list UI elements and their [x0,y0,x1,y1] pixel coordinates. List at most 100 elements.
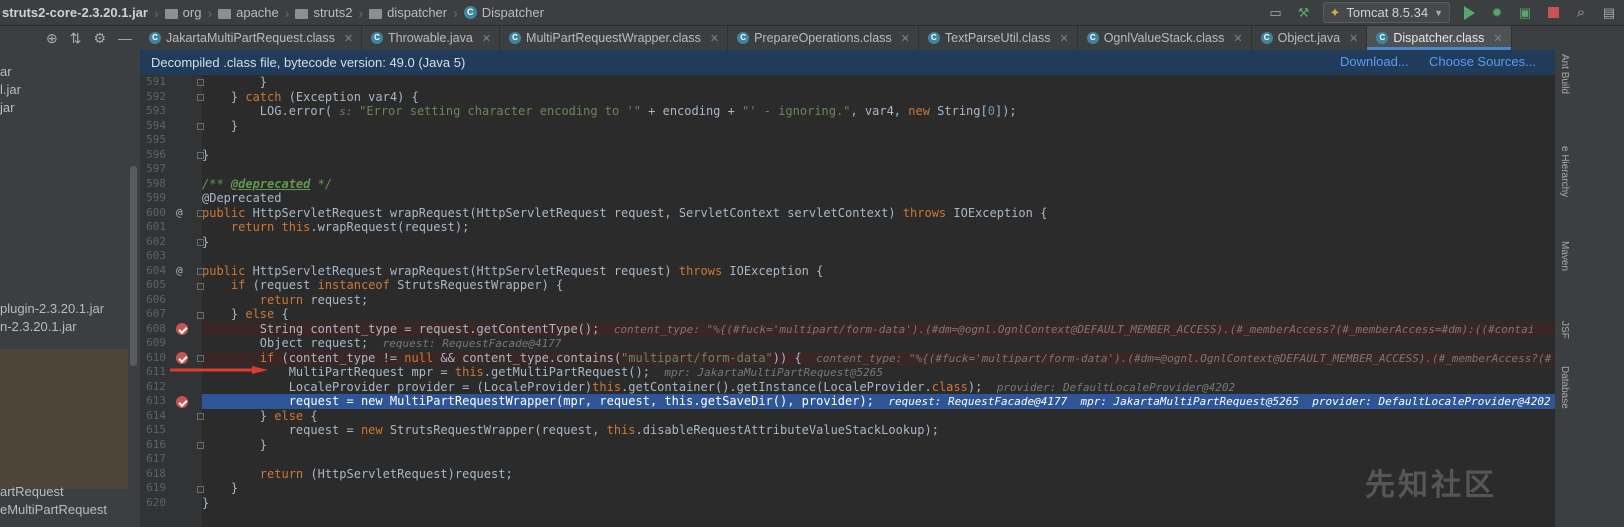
breakpoint-icon[interactable] [176,396,188,408]
run-icon[interactable] [1460,4,1478,22]
maven-tool[interactable]: Maven [1559,241,1570,271]
fold-icon[interactable] [197,94,204,101]
code-line: LOG.error( s: "Error setting character e… [259,104,1017,118]
tab-throwable[interactable]: C Throwable.java ✕ [362,26,501,50]
gear-icon[interactable]: ⚙ [93,30,106,47]
code-line: request = new StrutsRequestWrapper(reque… [288,423,939,437]
fold-icon[interactable] [197,239,204,246]
folder-icon [164,8,178,19]
tab-jakartamultipartrequest[interactable]: C JakartaMultiPartRequest.class ✕ [140,26,363,50]
fold-icon[interactable] [197,123,204,130]
breadcrumb: struts2-core-2.3.20.1.jar › org › apache… [0,0,548,25]
navigation-bar: struts2-core-2.3.20.1.jar › org › apache… [0,0,1624,26]
hierarchy-tool[interactable]: e Hierarchy [1559,146,1570,197]
override-marker-icon[interactable]: @ [176,206,183,221]
close-icon[interactable]: ✕ [901,32,910,45]
line-number: 602 [146,234,166,248]
code-line: return request; [259,292,369,307]
tab-prepareoperations[interactable]: C PrepareOperations.class ✕ [728,26,919,50]
breadcrumb-jar[interactable]: struts2-core-2.3.20.1.jar [0,5,152,20]
minimize-icon[interactable]: — [118,30,132,46]
fold-icon[interactable] [197,79,204,86]
code-editor[interactable]: } } catch (Exception var4) { LOG.error( … [202,75,1555,527]
debug-icon[interactable]: ✹ [1488,4,1506,22]
tab-label: JakartaMultiPartRequest.class [166,31,335,45]
class-icon: C [371,32,384,44]
code-line: return this.wrapRequest(request); [230,220,470,234]
line-number: 597 [146,162,166,175]
database-tool[interactable]: Database [1559,366,1570,409]
tree-item[interactable]: n-2.3.20.1.jar [0,319,77,334]
build-hammer-icon[interactable]: ⚒ [1295,4,1313,22]
tab-textparseutil[interactable]: C TextParseUtil.class ✕ [919,26,1078,50]
stop-icon[interactable] [1544,4,1562,22]
code-line: MultiPartRequest mpr = this.getMultiPart… [288,365,883,379]
close-icon[interactable]: ✕ [344,32,353,45]
project-toolbar: ⊕ ⇅ ⚙ — [0,26,140,50]
breakpoint-icon[interactable] [176,352,188,364]
tab-object[interactable]: C Object.java ✕ [1252,26,1368,50]
breadcrumb-apache[interactable]: apache [214,5,283,20]
close-icon[interactable]: ✕ [482,32,491,45]
tree-item[interactable]: jar [0,100,14,115]
tree-item[interactable]: artRequest [0,484,64,499]
override-marker-icon[interactable]: @ [176,264,183,279]
breadcrumb-dispatcher[interactable]: dispatcher [365,5,451,20]
collapse-icon[interactable]: ⇅ [70,30,82,47]
jsf-tool[interactable]: JSF [1559,321,1570,339]
run-configuration-select[interactable]: ✦ Tomcat 8.5.34 ▼ [1322,2,1450,23]
overflow-icon[interactable]: ▤ [1600,4,1618,22]
fold-icon[interactable] [197,283,204,290]
close-icon[interactable]: ✕ [1493,32,1502,45]
tree-item[interactable]: plugin-2.3.20.1.jar [0,301,104,316]
code-line: } [230,118,239,133]
close-icon[interactable]: ✕ [1233,32,1242,45]
code-line-breakpoint: if (content_type != null && content_type… [202,350,1555,365]
fold-icon[interactable] [197,312,204,319]
tree-item[interactable]: ar [0,64,12,79]
decompiled-banner: Decompiled .class file, bytecode version… [140,50,1555,75]
tree-item[interactable]: eMultiPartRequest [0,502,107,517]
class-icon: C [1086,32,1099,44]
code-line: LocaleProvider provider = (LocaleProvide… [288,379,1236,394]
coverage-icon[interactable]: ▣ [1516,4,1534,22]
tab-label: PrepareOperations.class [754,31,892,45]
target-icon[interactable]: ⊕ [46,30,58,47]
breadcrumb-org[interactable]: org [161,5,206,20]
breadcrumb-class[interactable]: C Dispatcher [460,5,548,20]
choose-sources-link[interactable]: Choose Sources... [1429,54,1536,69]
close-icon[interactable]: ✕ [1059,32,1068,45]
fold-icon[interactable] [197,442,204,449]
line-number: 611 [146,365,166,378]
fold-icon[interactable] [197,152,204,159]
breakpoint-icon[interactable] [176,323,188,335]
line-number: 616 [146,437,166,451]
search-icon[interactable]: ⌕ [1572,4,1590,22]
tab-dispatcher[interactable]: C Dispatcher.class ✕ [1367,26,1512,50]
fold-icon[interactable] [197,210,204,217]
tab-ognlvaluestack[interactable]: C OgnlValueStack.class ✕ [1078,26,1252,50]
download-link[interactable]: Download... [1340,54,1409,69]
ant-build-tool[interactable]: Ant Build [1559,54,1570,94]
window-icon[interactable]: ▭ [1267,4,1285,22]
line-number: 612 [146,379,166,393]
fold-icon[interactable] [197,486,204,493]
tree-item[interactable]: l.jar [0,82,21,97]
close-icon[interactable]: ✕ [1349,32,1358,45]
fold-icon[interactable] [197,413,204,420]
selected-tree-region [0,349,128,489]
breadcrumb-struts2[interactable]: struts2 [291,5,356,20]
project-scrollbar[interactable] [130,166,137,366]
line-number: 600 [146,205,166,219]
fold-icon[interactable] [197,355,204,362]
close-icon[interactable]: ✕ [710,32,719,45]
line-number: 609 [146,336,166,349]
tab-multipartrequestwrapper[interactable]: C MultiPartRequestWrapper.class ✕ [500,26,729,50]
line-number: 606 [146,292,166,306]
class-icon: C [1260,32,1273,44]
fold-icon[interactable] [197,268,204,275]
run-configuration-label: Tomcat 8.5.34 [1346,5,1429,20]
code-line-breakpoint: String content_type = request.getContent… [202,321,1555,336]
line-number: 605 [146,278,166,291]
